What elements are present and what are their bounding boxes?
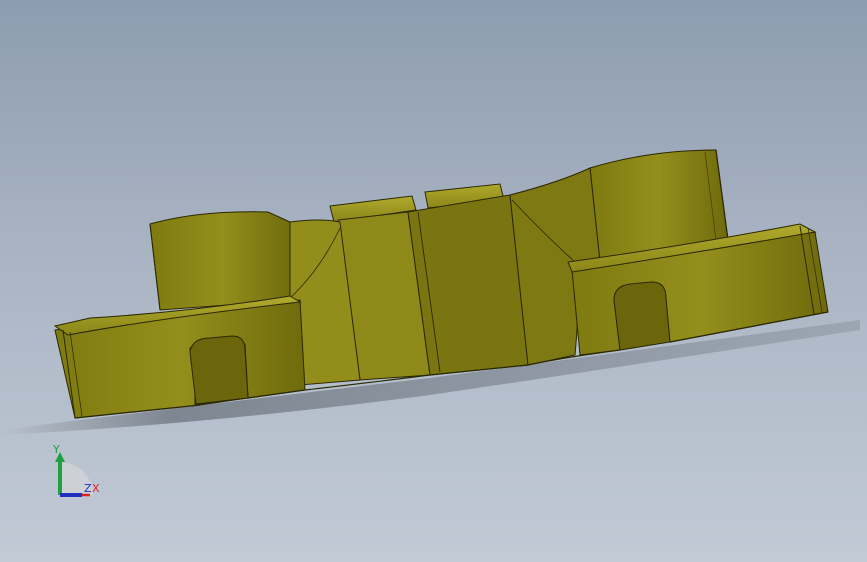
- y-axis-label: Y: [52, 443, 60, 456]
- coordinate-triad: Y Z X: [52, 443, 100, 497]
- graphics-viewport[interactable]: Y Z X: [0, 0, 867, 562]
- right-slot: [613, 281, 671, 351]
- center-block-right-face: [407, 194, 529, 376]
- z-axis-label: Z: [84, 482, 92, 495]
- left-boss-cylinder: [149, 211, 296, 311]
- left-slot: [189, 335, 249, 405]
- 3d-model-view[interactable]: [0, 0, 867, 562]
- x-axis-label: X: [92, 482, 100, 495]
